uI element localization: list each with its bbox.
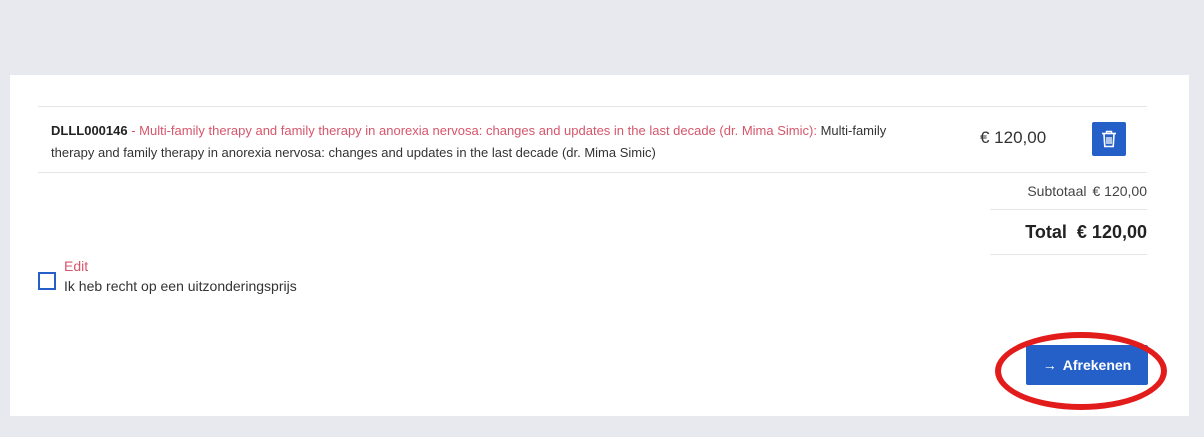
item-title-link[interactable]: Multi-family therapy and family therapy …	[139, 123, 813, 138]
subtotal-value: € 120,00	[1092, 182, 1148, 199]
item-description: DLLL000146 - Multi-family therapy and fa…	[51, 120, 911, 164]
delete-item-button[interactable]	[1092, 122, 1126, 156]
total-value: € 120,00	[1076, 221, 1147, 242]
total-label: Total	[1025, 221, 1067, 242]
total-row: Total € 120,00	[990, 210, 1147, 255]
subtotal-row: Subtotaal € 120,00	[990, 172, 1147, 210]
exception-price-checkbox[interactable]	[38, 272, 56, 290]
checkout-button-label: Afrekenen	[1062, 357, 1132, 373]
edit-link[interactable]: Edit	[64, 258, 88, 274]
trash-icon	[1102, 130, 1116, 148]
item-code: DLLL000146	[51, 123, 128, 138]
exception-price-label: Ik heb recht op een uitzonderingsprijs	[64, 278, 297, 294]
item-separator: -	[127, 123, 140, 138]
arrow-right-icon: →	[1042, 357, 1057, 373]
item-price: € 120,00	[980, 128, 1047, 147]
subtotal-label: Subtotaal	[1027, 182, 1087, 199]
cart-card: DLLL000146 - Multi-family therapy and fa…	[10, 75, 1189, 416]
cart-item-row: DLLL000146 - Multi-family therapy and fa…	[38, 106, 1147, 173]
checkout-button[interactable]: → Afrekenen	[1026, 345, 1148, 385]
